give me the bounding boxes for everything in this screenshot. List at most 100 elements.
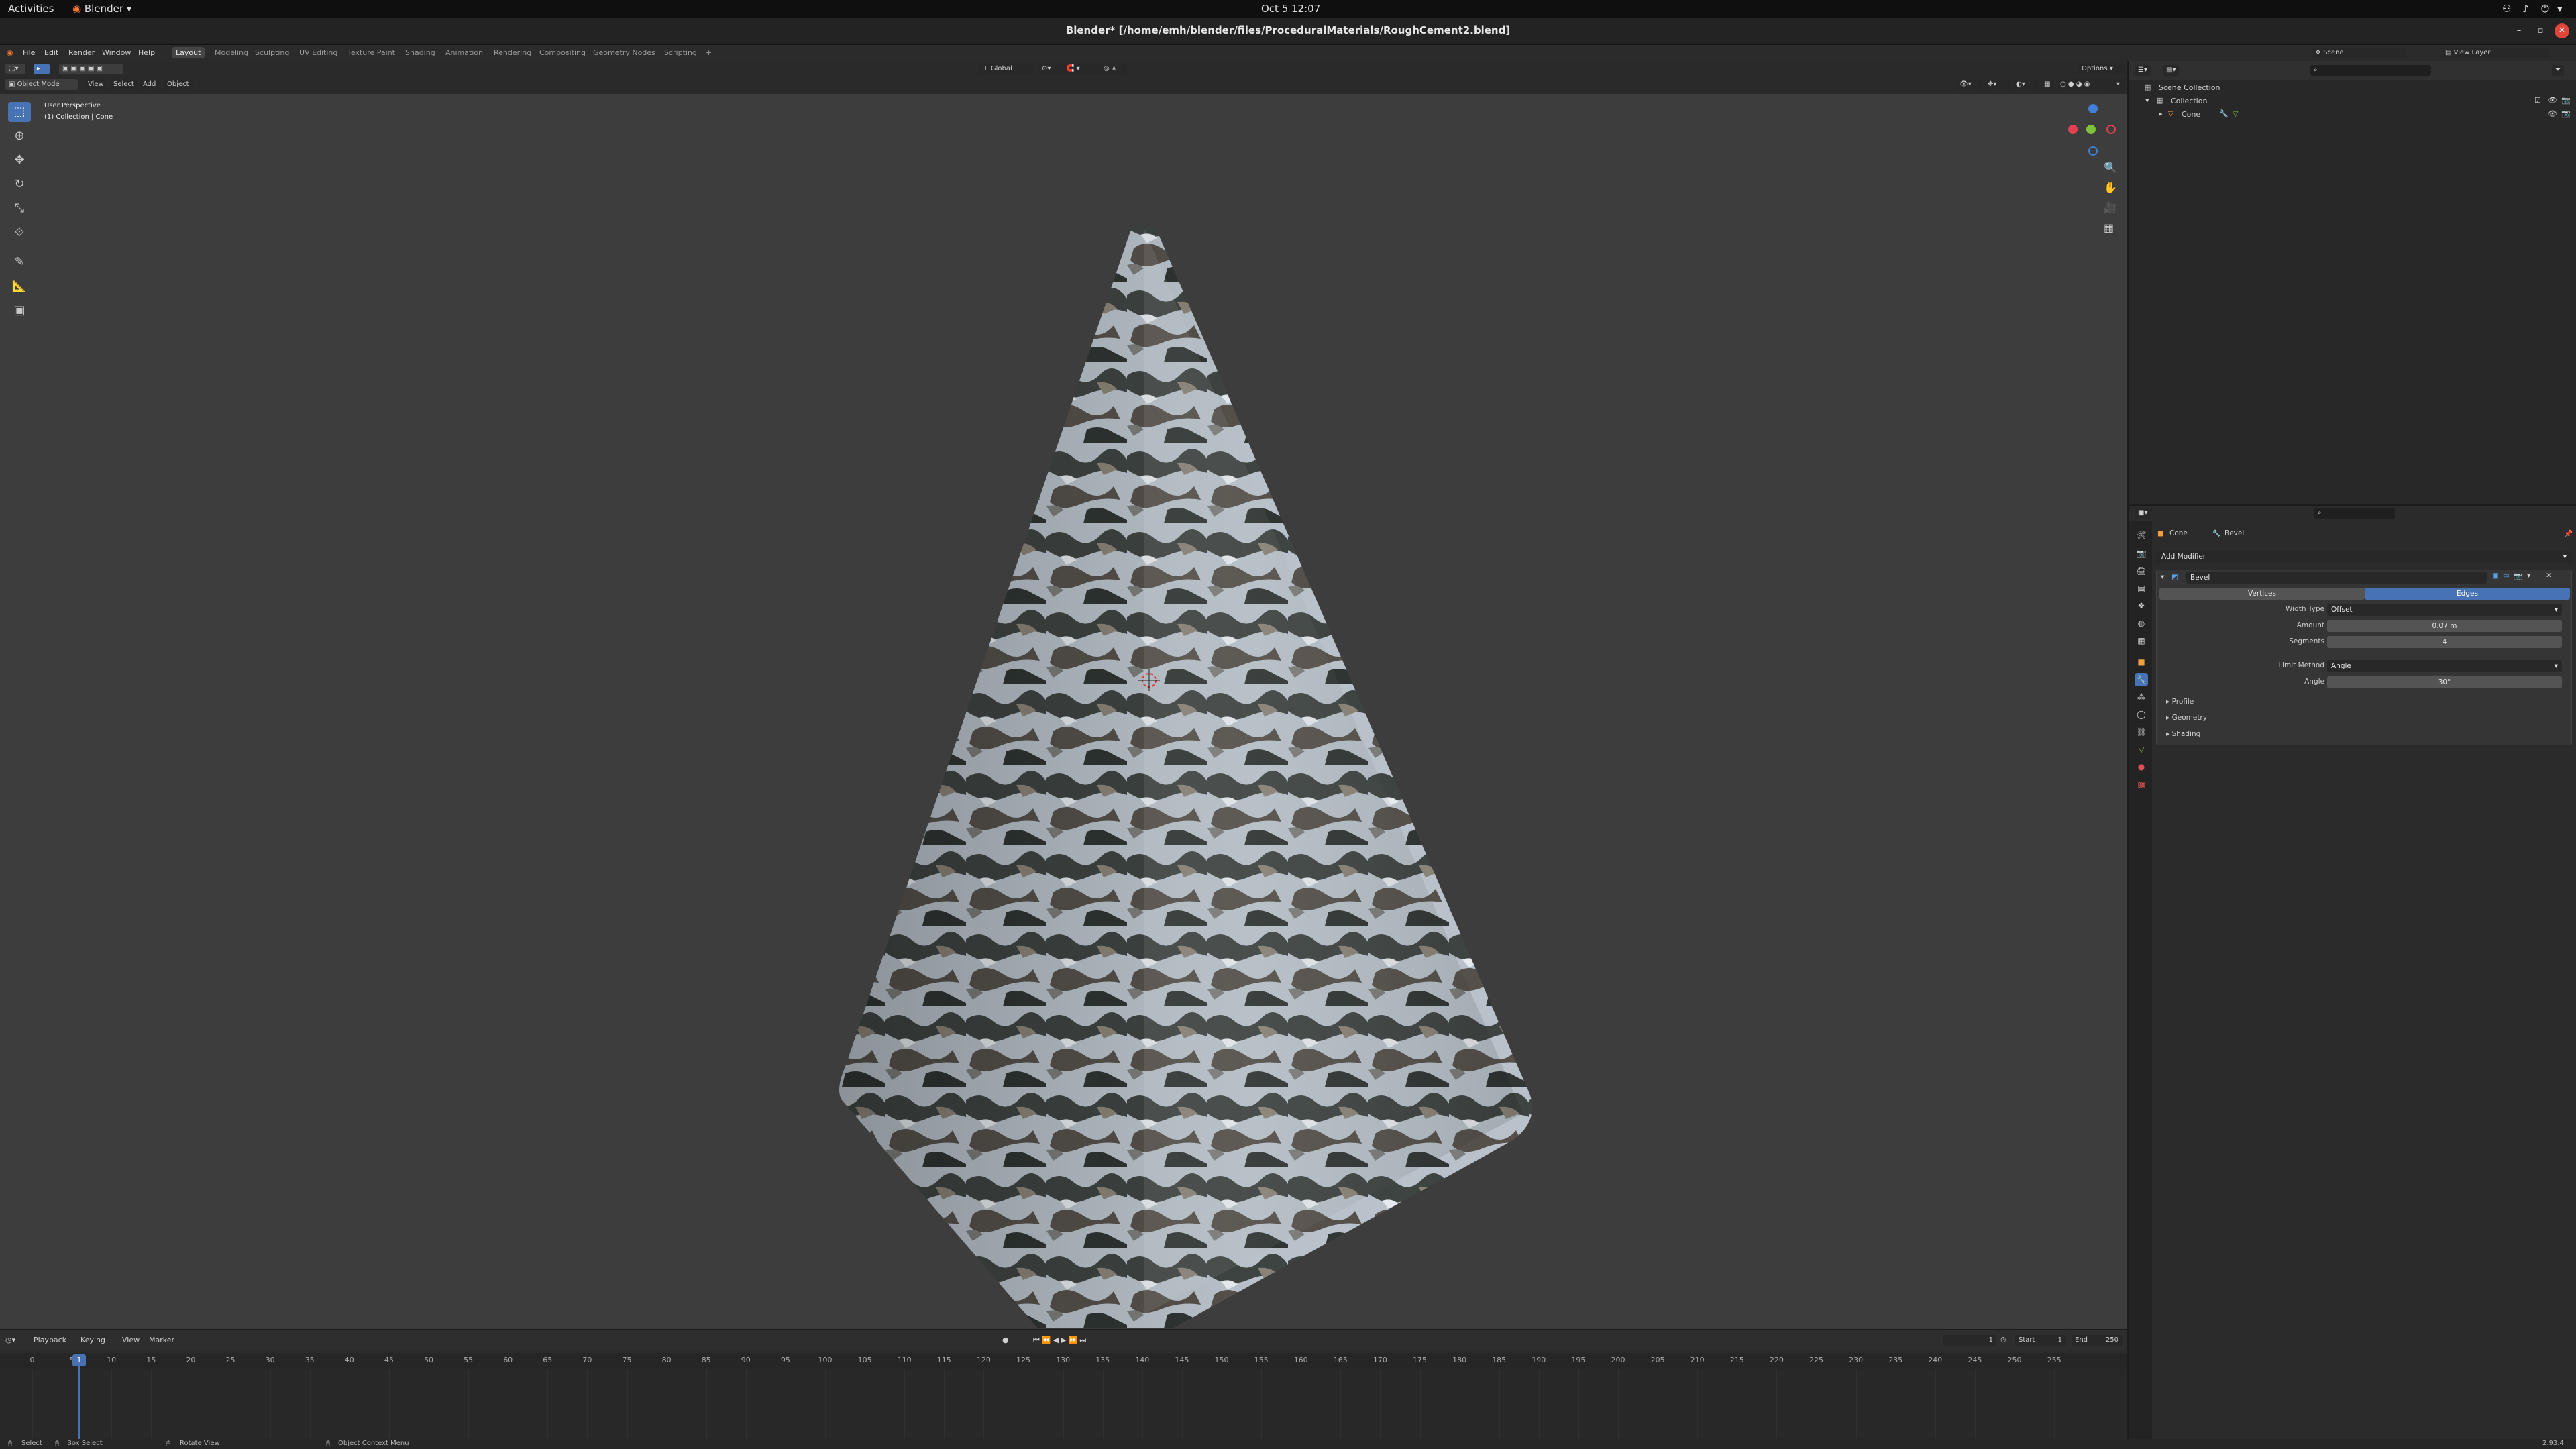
tab-geometry-nodes[interactable]: Geometry Nodes xyxy=(593,48,655,57)
world-tab-icon[interactable]: ◍ xyxy=(2135,616,2148,630)
modifier-tab-icon[interactable]: 🔧 xyxy=(2135,673,2148,686)
neg-x-axis-icon[interactable] xyxy=(2106,125,2116,134)
scale-tool-icon[interactable]: ⤡ xyxy=(8,199,31,219)
menu-keying[interactable]: Keying xyxy=(80,1336,105,1344)
display-mode-icon[interactable]: ▤▾ xyxy=(2163,65,2180,76)
start-frame-field[interactable]: Start 1 xyxy=(2015,1335,2066,1346)
zoom-icon[interactable]: 🔍 xyxy=(2104,161,2117,174)
material-tab-icon[interactable]: ● xyxy=(2135,760,2148,773)
outliner-search-input[interactable]: ⌕ xyxy=(2310,65,2431,76)
physics-tab-icon[interactable]: ◯ xyxy=(2135,708,2148,721)
playhead[interactable]: 1 xyxy=(72,1354,86,1366)
affect-vertices-button[interactable]: Vertices xyxy=(2159,588,2365,600)
gizmo-toggle-icon[interactable]: ✥▾ xyxy=(1984,79,2011,90)
y-axis-icon[interactable] xyxy=(2086,125,2096,134)
camera-icon[interactable]: 📷 xyxy=(2561,109,2571,118)
add-cube-tool-icon[interactable]: ▣ xyxy=(8,301,31,321)
visibility-icon[interactable]: 👁▾ xyxy=(1956,79,1983,90)
perspective-toggle-icon[interactable]: ▦ xyxy=(2104,221,2114,234)
rotate-tool-icon[interactable]: ↻ xyxy=(8,174,31,195)
limit-method-dropdown[interactable]: Angle ▾ xyxy=(2327,660,2562,672)
x-axis-icon[interactable] xyxy=(2068,125,2078,134)
overlay-toggle-icon[interactable]: ◐▾ xyxy=(2012,79,2039,90)
angle-field[interactable]: 30° xyxy=(2327,676,2562,688)
timeline-track-area[interactable] xyxy=(0,1369,2127,1440)
shading-options-icon[interactable]: ▾ xyxy=(2113,79,2125,90)
particles-tab-icon[interactable]: ⁂ xyxy=(2135,690,2148,704)
outliner-row-scene-collection[interactable]: ▦ Scene Collection xyxy=(2129,81,2576,95)
tool-tab-icon[interactable]: 🛠 xyxy=(2135,528,2148,541)
power-icon[interactable]: ⏻ xyxy=(2541,3,2549,15)
blender-logo-icon[interactable]: ◉ xyxy=(7,48,13,57)
close-icon[interactable]: ✕ xyxy=(2546,572,2552,580)
render-tab-icon[interactable]: 📷 xyxy=(2135,547,2148,560)
eye-icon[interactable]: 👁 xyxy=(2548,96,2557,105)
output-tab-icon[interactable]: 🖨 xyxy=(2135,564,2148,578)
segments-field[interactable]: 4 xyxy=(2327,636,2562,648)
object-tab-icon[interactable]: ■ xyxy=(2135,655,2148,669)
constraints-tab-icon[interactable]: ⛓ xyxy=(2135,725,2148,739)
filter-icon[interactable]: ⏷ xyxy=(2552,65,2564,76)
subpanel-shading[interactable]: ▸ Shading xyxy=(2166,730,2200,738)
menu-view[interactable]: View xyxy=(122,1336,140,1344)
properties-search-input[interactable]: ⌕ xyxy=(2314,508,2395,519)
record-icon[interactable]: ● xyxy=(1002,1336,1009,1344)
menu-edit[interactable]: Edit xyxy=(44,48,58,57)
camera-icon[interactable]: 📷 xyxy=(2561,96,2571,105)
tab-rendering[interactable]: Rendering xyxy=(494,48,531,57)
tab-shading[interactable]: Shading xyxy=(405,48,435,57)
end-frame-field[interactable]: End 250 xyxy=(2072,1335,2123,1346)
menu-object[interactable]: Object xyxy=(164,79,193,90)
modifier-wrench-icon[interactable]: 🔧 xyxy=(2219,109,2229,118)
neg-z-axis-icon[interactable] xyxy=(2088,146,2098,156)
modifier-name-field[interactable]: Bevel xyxy=(2186,572,2487,584)
viewport-toggle-icon[interactable]: ▭ xyxy=(2503,572,2510,580)
xray-toggle-icon[interactable]: ▦ xyxy=(2041,79,2054,90)
properties-editor[interactable]: ▣▾ ⌕ 🛠 📷 🖨 ▤ ❖ ◍ ▦ ■ 🔧 ⁂ ◯ ⛓ ▽ ● ▩ ■ Con… xyxy=(2128,505,2576,1440)
editor-type-icon[interactable]: ⬚▾ xyxy=(5,64,25,74)
view-layer-selector[interactable]: ▤ View Layer xyxy=(2442,48,2549,58)
tab-modeling[interactable]: Modeling xyxy=(215,48,248,57)
outliner[interactable]: ☰▾ ▤▾ ⌕ ⏷ ▦ Scene Collection ▾ ▦ Collect… xyxy=(2128,61,2576,504)
activities-button[interactable]: Activities xyxy=(8,3,54,15)
mode-selector[interactable]: ▣ Object Mode xyxy=(5,79,78,90)
measure-tool-icon[interactable]: 📐 xyxy=(8,276,31,297)
z-axis-icon[interactable] xyxy=(2088,104,2098,113)
transform-orientation-dropdown[interactable]: ⊥ Global xyxy=(979,64,1033,74)
tab-scripting[interactable]: Scripting xyxy=(664,48,697,57)
menu-window[interactable]: Window xyxy=(102,48,131,57)
transform-tool-icon[interactable]: ⟐ xyxy=(8,223,31,243)
options-dropdown[interactable]: Options ▾ xyxy=(2078,64,2125,74)
outliner-row-collection[interactable]: ▾ ▦ Collection ☑ 👁 📷 xyxy=(2129,95,2576,108)
timeline-ruler[interactable]: 0510152025303540455055606570758085909510… xyxy=(0,1353,2127,1369)
menu-select[interactable]: Select xyxy=(110,79,138,90)
volume-icon[interactable]: ♪ xyxy=(2522,3,2529,15)
outliner-row-cone[interactable]: ▸ ▽ Cone 🔧 ▽ 👁 📷 xyxy=(2129,108,2576,121)
subpanel-profile[interactable]: ▸ Profile xyxy=(2166,698,2194,706)
select-box-tool-icon[interactable]: ⬚ xyxy=(8,102,31,122)
data-tab-icon[interactable]: ▽ xyxy=(2135,743,2148,756)
affect-edges-button[interactable]: Edges xyxy=(2365,588,2570,600)
texture-tab-icon[interactable]: ▩ xyxy=(2135,777,2148,791)
camera-view-icon[interactable]: 🎥 xyxy=(2104,201,2117,214)
clock[interactable]: Oct 5 12:07 xyxy=(1261,3,1320,15)
width-type-dropdown[interactable]: Offset ▾ xyxy=(2327,604,2562,616)
tab-layout[interactable]: Layout xyxy=(172,47,205,58)
chevron-down-icon[interactable]: ▾ xyxy=(2161,573,2164,581)
tab-texture-paint[interactable]: Texture Paint xyxy=(347,48,395,57)
tab-compositing[interactable]: Compositing xyxy=(539,48,586,57)
add-workspace-button[interactable]: + xyxy=(706,48,712,57)
minimize-button[interactable]: – xyxy=(2512,23,2526,38)
view-layer-tab-icon[interactable]: ▤ xyxy=(2135,582,2148,595)
render-toggle-icon[interactable]: 📷 xyxy=(2514,572,2522,580)
chevron-down-icon[interactable]: ▾ xyxy=(2145,96,2149,105)
clock-icon[interactable]: ◷▾ xyxy=(5,1336,15,1344)
tab-uv-editing[interactable]: UV Editing xyxy=(299,48,337,57)
checkbox-icon[interactable]: ☑ xyxy=(2534,96,2541,105)
maximize-button[interactable]: ▫ xyxy=(2533,23,2548,38)
menu-playback[interactable]: Playback xyxy=(34,1336,66,1344)
edit-mode-toggle-icon[interactable]: ▣ xyxy=(2492,572,2499,580)
scene-tab-icon[interactable]: ❖ xyxy=(2135,599,2148,612)
playback-controls-icon[interactable]: ⏮⏪◀▶⏩⏭ xyxy=(1033,1336,1088,1345)
menu-marker[interactable]: Marker xyxy=(149,1336,174,1344)
